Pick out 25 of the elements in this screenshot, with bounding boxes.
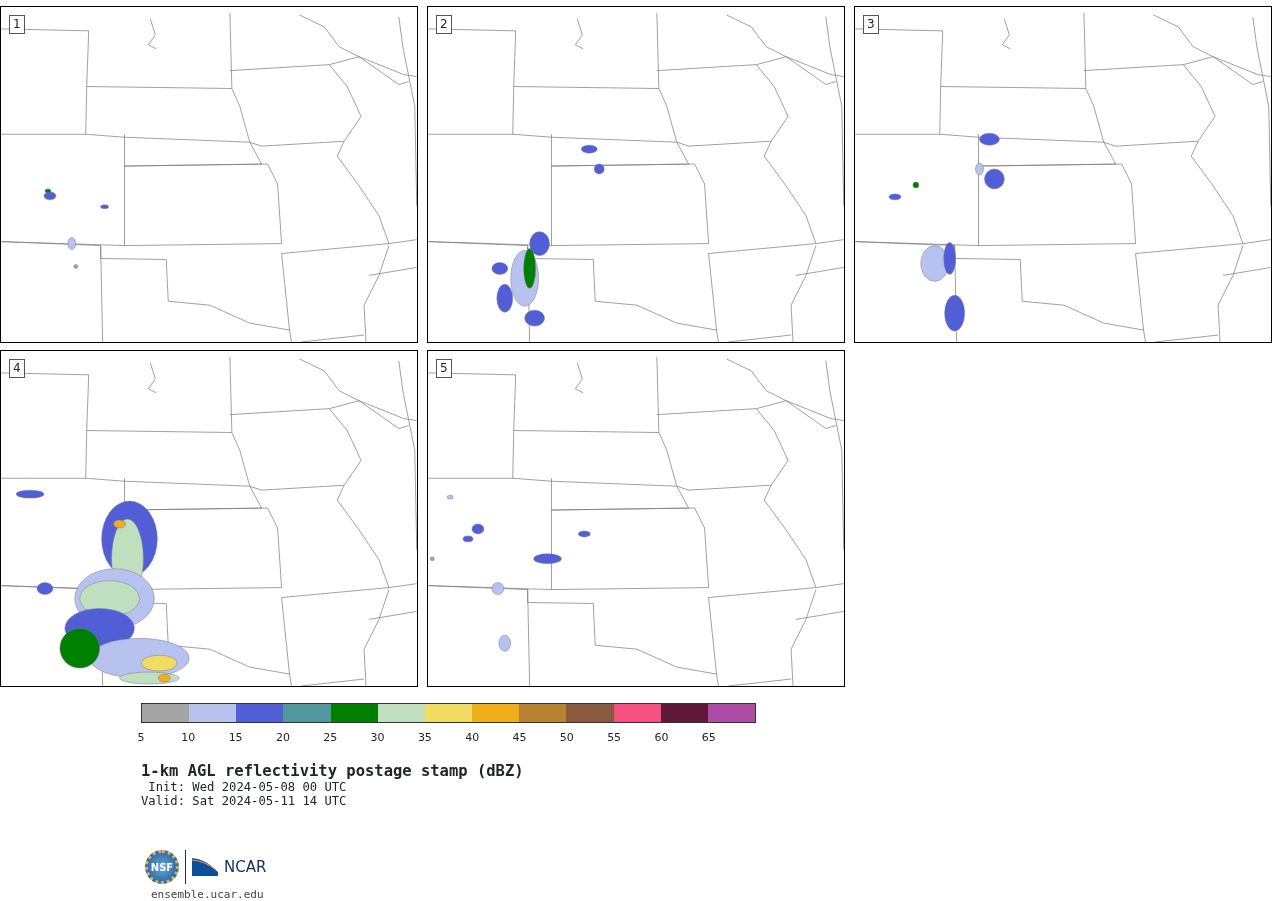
- nsf-logo: NSF: [145, 850, 179, 884]
- tick-label: 65: [701, 731, 716, 744]
- panel-number: 5: [436, 359, 452, 378]
- tick-label: 15: [228, 731, 243, 744]
- panel-number: 4: [9, 359, 25, 378]
- panel-number: 3: [863, 15, 879, 34]
- tick-label: 50: [559, 731, 574, 744]
- panel-number: 2: [436, 15, 452, 34]
- init-time: Init: Wed 2024-05-08 00 UTC: [147, 780, 348, 794]
- tick-label: 10: [181, 731, 196, 744]
- tick-label: 45: [512, 731, 527, 744]
- tick-label: 5: [137, 731, 145, 744]
- tick-label: 60: [654, 731, 669, 744]
- figure-title: 1-km AGL reflectivity postage stamp (dBZ): [141, 762, 525, 780]
- panel-number: 1: [9, 15, 25, 34]
- valid-time: Valid: Sat 2024-05-11 14 UTC: [141, 794, 348, 808]
- tick-label: 20: [275, 731, 290, 744]
- tick-label: 25: [323, 731, 338, 744]
- tick-label: 40: [465, 731, 480, 744]
- tick-label: 55: [607, 731, 622, 744]
- ncar-logo-text: NCAR: [224, 859, 267, 875]
- website-url: ensemble.ucar.edu: [151, 887, 265, 901]
- ncar-wave-icon: [192, 858, 218, 876]
- tick-label: 35: [417, 731, 432, 744]
- tick-label: 30: [370, 731, 385, 744]
